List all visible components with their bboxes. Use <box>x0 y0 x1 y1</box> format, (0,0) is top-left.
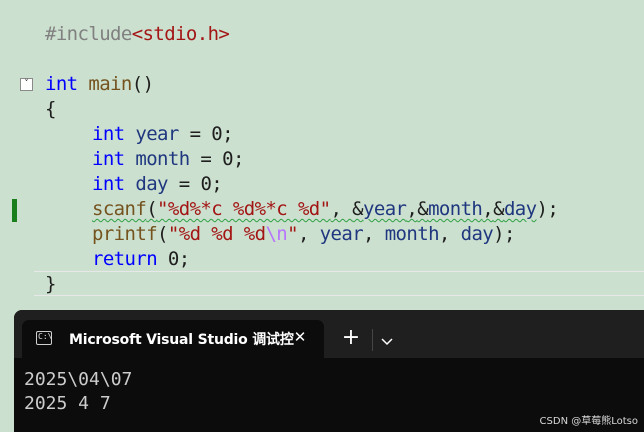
semicolon: ; <box>222 123 233 145</box>
open-brace: { <box>45 98 56 120</box>
open-paren: ( <box>146 198 158 220</box>
preprocessor-directive: #include <box>45 23 132 45</box>
semicolon: ; <box>178 248 190 270</box>
separator: , <box>438 223 461 245</box>
arg-year: year <box>319 223 364 245</box>
watermark: CSDN @草莓熊Lotso <box>539 416 638 427</box>
keyword-int: int <box>92 173 125 195</box>
literal-zero: 0 <box>200 173 212 195</box>
change-marker <box>12 199 17 222</box>
assign-op: = <box>178 173 190 195</box>
console-icon: C:\ <box>36 331 52 345</box>
console-output: 2025\04\07 2025 4 7 <box>24 368 132 416</box>
literal-zero: 0 <box>211 123 223 145</box>
code-line-printf: printf("%d %d %d\n", year, month, day); <box>45 222 515 247</box>
address-op: & <box>352 198 364 220</box>
assign-op: = <box>200 148 212 170</box>
address-op: & <box>493 198 504 220</box>
arg-day: day <box>460 223 494 245</box>
fold-toggle-icon[interactable]: ˅ <box>20 78 33 91</box>
dropdown-button[interactable] <box>380 333 394 346</box>
code-line-open-brace: { <box>45 97 56 122</box>
function-main: main <box>88 73 132 95</box>
terminal-tab-strip: C:\ Microsoft Visual Studio 调试控 ✕ + <box>14 310 644 358</box>
current-line-highlight <box>34 271 644 296</box>
function-printf: printf <box>92 223 158 245</box>
literal-zero: 0 <box>222 148 233 170</box>
string-end-quote: " <box>287 223 298 245</box>
keyword-int: int <box>92 148 125 170</box>
printf-format-string: "%d %d %d <box>167 223 266 245</box>
code-line-decl-year: int year = 0; <box>45 122 234 147</box>
var-month: month <box>135 148 190 170</box>
new-tab-button[interactable]: + <box>338 327 364 353</box>
keyword-return: return <box>92 248 158 270</box>
separator: , <box>363 223 385 245</box>
arg-day: day <box>503 198 537 220</box>
separator: , <box>297 223 320 245</box>
open-paren: ( <box>157 223 168 245</box>
literal-zero: 0 <box>167 248 179 270</box>
output-line-2: 2025 4 7 <box>24 393 111 414</box>
arg-month: month <box>384 223 440 245</box>
scanf-format-string: "%d%*c %d%*c %d" <box>157 198 331 220</box>
arg-year: year <box>363 198 407 220</box>
semicolon: ; <box>211 173 223 195</box>
close-brace: } <box>45 273 56 295</box>
separator: , <box>330 198 353 220</box>
include-header: <stdio.h> <box>131 23 230 45</box>
code-line-main: int main() <box>45 72 154 97</box>
close-paren-semicolon: ); <box>536 198 559 220</box>
close-paren-semicolon: ); <box>493 223 515 245</box>
function-scanf: scanf <box>92 198 147 220</box>
separator: , <box>482 198 494 220</box>
code-line-decl-day: int day = 0; <box>45 172 223 197</box>
output-line-1: 2025\04\07 <box>24 369 133 390</box>
main-parens: () <box>131 73 154 95</box>
escape-sequence: \n <box>265 223 288 245</box>
keyword-int: int <box>92 123 125 145</box>
keyword-int: int <box>45 73 78 95</box>
semicolon: ; <box>232 148 244 170</box>
address-op: & <box>417 198 429 220</box>
code-line-return: return 0; <box>45 247 190 272</box>
code-line-scanf: scanf("%d%*c %d%*c %d", &year,&month,&da… <box>45 197 559 222</box>
var-day: day <box>135 173 168 195</box>
assign-op: = <box>189 123 201 145</box>
terminal-tab-title: Microsoft Visual Studio 调试控 <box>69 332 294 348</box>
tab-divider <box>372 329 373 351</box>
code-editor[interactable]: #include<stdio.h> ˅ int main() { int yea… <box>0 0 644 300</box>
code-line-decl-month: int month = 0; <box>45 147 244 172</box>
code-line-include: #include<stdio.h> <box>45 22 230 47</box>
separator: , <box>406 198 418 220</box>
code-line-close-brace: } <box>45 272 56 297</box>
terminal-tab[interactable]: C:\ Microsoft Visual Studio 调试控 ✕ <box>22 320 324 358</box>
arg-month: month <box>428 198 483 220</box>
var-year: year <box>135 123 179 145</box>
chevron-down-icon <box>381 338 393 346</box>
close-tab-button[interactable]: ✕ <box>290 327 310 347</box>
